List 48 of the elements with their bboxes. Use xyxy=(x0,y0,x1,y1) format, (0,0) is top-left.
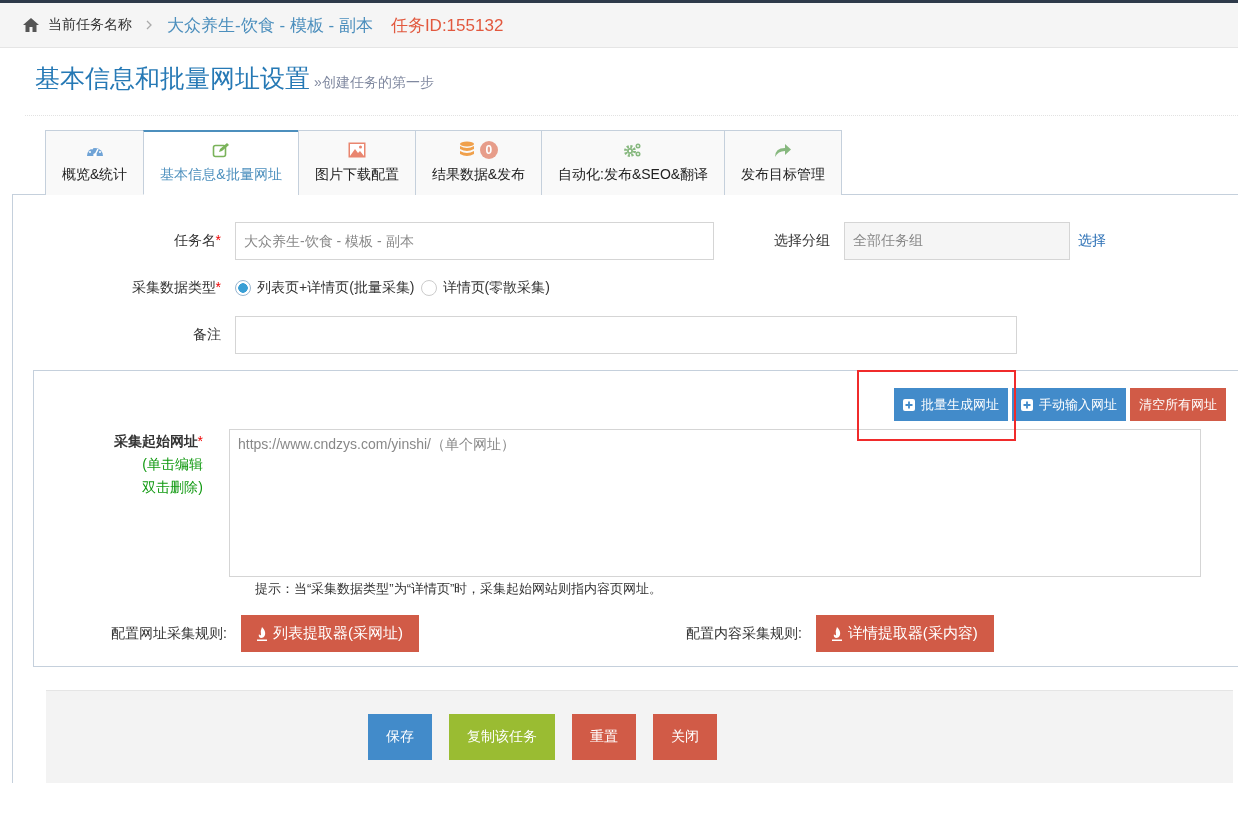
database-icon xyxy=(458,141,475,159)
field-label: 选择分组 xyxy=(773,232,831,250)
breadcrumb-task-name: 大众养生-饮食 - 模板 - 副本 xyxy=(167,14,373,37)
home-icon xyxy=(22,17,40,33)
tab[interactable]: 发布目标管理 xyxy=(724,130,843,195)
tab[interactable]: 0 结果数据&发布 xyxy=(414,130,543,195)
footer-button[interactable]: 复制该任务 xyxy=(449,714,555,760)
flame-icon xyxy=(256,626,267,641)
note-field[interactable] xyxy=(235,316,1017,354)
breadcrumb-home-link[interactable]: 当前任务名称 xyxy=(48,16,132,34)
radio-label[interactable]: 详情页(零散采集) xyxy=(442,279,550,297)
pencil-square-icon xyxy=(212,142,230,158)
field-label: 任务名* xyxy=(172,232,222,250)
save-button[interactable]: 保存 xyxy=(368,714,432,760)
flame-icon xyxy=(831,626,842,641)
plus-square-icon xyxy=(903,398,915,411)
action-button[interactable]: 批量生成网址 xyxy=(894,388,1008,421)
count-badge: 0 xyxy=(479,141,498,159)
task-name-field[interactable]: 大众养生-饮食 - 模板 - 副本 xyxy=(235,222,714,260)
chevron-icon xyxy=(146,20,153,30)
radio-button[interactable] xyxy=(420,280,437,296)
field-label: 备注 xyxy=(192,326,222,344)
radio-button[interactable] xyxy=(235,280,251,296)
share-arrow-icon xyxy=(774,142,793,158)
page-title: 基本信息和批量网址设置 xyxy=(35,64,310,92)
tab[interactable]: 概览&统计 xyxy=(45,130,145,195)
plus-square-icon xyxy=(1021,398,1033,411)
action-button[interactable]: 清空所有网址 xyxy=(1130,388,1226,421)
url-textarea[interactable]: https://www.cndzys.com/yinshi/（单个网址） xyxy=(229,429,1201,577)
rule-label: 配置内容采集规则: xyxy=(685,624,802,643)
rule-label: 配置网址采集规则: xyxy=(111,624,227,643)
extractor-button[interactable]: 详情提取器(采内容) xyxy=(815,615,994,652)
field-label: 采集起始网址* xyxy=(112,432,203,451)
action-button[interactable]: 手动输入网址 xyxy=(1012,388,1126,421)
page-subtitle: »创建任务的第一步 xyxy=(314,74,434,90)
edit-hint: (单击编辑 xyxy=(141,455,203,474)
field-label: 采集数据类型* xyxy=(130,279,222,297)
picture-icon xyxy=(347,142,366,158)
tip-text: 提示：当“采集数据类型”为“详情页”时，采集起始网站则指内容页网址。 xyxy=(255,580,664,598)
footer-button[interactable]: 重置 xyxy=(572,714,636,760)
radio-label[interactable]: 列表页+详情页(批量采集) xyxy=(257,279,415,297)
extractor-button[interactable]: 列表提取器(采网址) xyxy=(240,615,419,652)
tab[interactable]: 自动化:发布&SEO&翻译 xyxy=(541,130,726,195)
edit-hint: 双击删除) xyxy=(141,478,203,497)
tab[interactable]: 基本信息&批量网址 xyxy=(143,130,299,195)
tab[interactable]: 图片下载配置 xyxy=(297,130,416,195)
task-id: 任务ID:155132 xyxy=(390,14,504,37)
footer-button[interactable]: 关闭 xyxy=(653,714,717,760)
